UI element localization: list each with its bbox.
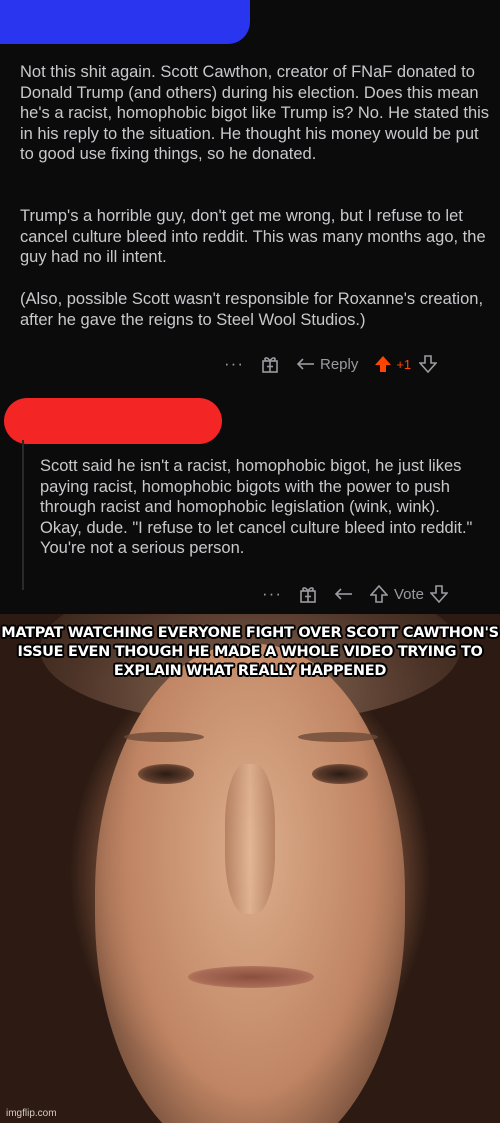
- upvote-icon: [375, 356, 392, 372]
- left-eyebrow: [124, 732, 204, 742]
- vote-label: Vote: [393, 585, 425, 603]
- downvote-icon: [419, 355, 438, 373]
- reddit-screenshot: Not this shit again. Scott Cawthon, crea…: [0, 0, 500, 614]
- award-icon[interactable]: [298, 584, 318, 604]
- more-button[interactable]: ···: [224, 354, 244, 374]
- right-eyebrow: [298, 732, 378, 742]
- upvote-button[interactable]: [369, 585, 388, 603]
- upvote-icon: [369, 585, 388, 603]
- award-icon[interactable]: [260, 354, 280, 374]
- meme-image: MATPAT WATCHING EVERYONE FIGHT OVER SCOT…: [0, 614, 500, 1123]
- nose: [225, 764, 275, 914]
- more-button[interactable]: ···: [262, 584, 282, 604]
- reply-button[interactable]: Reply: [296, 356, 358, 373]
- reply-icon: [296, 358, 314, 370]
- comment-2-text: Scott said he isn't a racist, homophobic…: [40, 457, 473, 557]
- upvote-button[interactable]: [374, 355, 392, 373]
- comment-2-actions: ··· Vote: [262, 584, 464, 604]
- comment-1-actions: ··· Reply +1: [224, 354, 453, 374]
- imgflip-watermark: imgflip.com: [6, 1108, 57, 1119]
- reply-icon: [334, 588, 352, 600]
- thread-line: [22, 440, 24, 590]
- meme-caption: MATPAT WATCHING EVERYONE FIGHT OVER SCOT…: [1, 625, 499, 679]
- mouth: [188, 966, 314, 988]
- reply-button[interactable]: [334, 586, 354, 602]
- reply-label: Reply: [319, 355, 359, 373]
- downvote-button[interactable]: [430, 585, 449, 603]
- vote-count: +1: [396, 356, 412, 372]
- downvote-button[interactable]: [419, 355, 438, 373]
- comment-1-paragraph-2: Trump's a horrible guy, don't get me wro…: [20, 207, 486, 266]
- redacted-username-2: [4, 398, 222, 444]
- downvote-icon: [430, 585, 449, 603]
- comment-1-paragraph-1: Not this shit again. Scott Cawthon, crea…: [20, 63, 490, 163]
- comment-1-paragraph-3: (Also, possible Scott wasn't responsible…: [20, 290, 484, 329]
- right-eye: [312, 764, 368, 784]
- redacted-username-1: [0, 0, 250, 44]
- left-eye: [138, 764, 194, 784]
